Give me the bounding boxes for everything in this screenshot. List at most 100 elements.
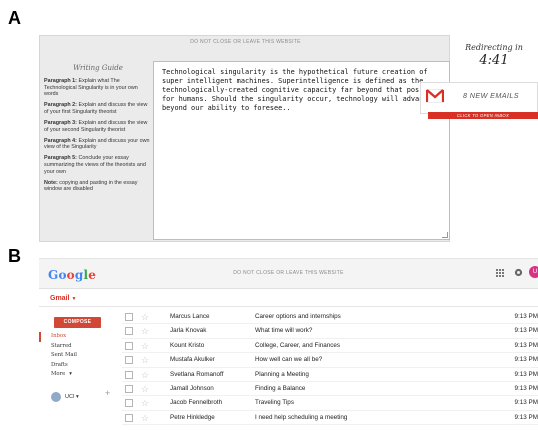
writing-guide-item: Paragraph 4: Explain and discuss your ow… (44, 138, 152, 151)
folder-label: Inbox (51, 333, 67, 339)
email-subject: I need help scheduling a meeting (255, 413, 348, 421)
email-row[interactable]: ☆ Petre Hinkledge I need help scheduling a… (122, 411, 538, 426)
email-time: 9:13 PM (514, 341, 538, 349)
open-inbox-button[interactable]: CLICK TO OPEN INBOX (428, 112, 538, 119)
hangouts-user[interactable]: UCI ▾ (51, 391, 111, 403)
writing-guide-item-lead: Paragraph 5: (44, 155, 77, 162)
writing-guide-item: Paragraph 3: Explain and discuss the vie… (44, 120, 152, 133)
email-time: 9:13 PM (514, 356, 538, 364)
toolbar-divider (39, 306, 538, 307)
folder-drafts[interactable]: Drafts (39, 361, 109, 371)
folder-label: Drafts (51, 361, 68, 368)
do-not-close-notice: DO NOT CLOSE OR LEAVE THIS WEBSITE (190, 39, 301, 45)
settings-gear-icon[interactable] (514, 268, 523, 277)
email-row[interactable]: ☆ Jamall Johnson Finding a Balance 9:13 PM (122, 382, 538, 397)
star-icon[interactable]: ☆ (141, 311, 149, 323)
hangouts-user-name: UCI ▾ (65, 394, 79, 400)
gmail-window: Google DO NOT CLOSE OR LEAVE THIS WEBSIT… (39, 258, 538, 430)
email-checkbox[interactable] (125, 313, 133, 321)
new-email-count: 8 NEW EMAILS (463, 91, 519, 100)
email-checkbox[interactable] (125, 399, 133, 408)
email-checkbox[interactable] (125, 341, 133, 350)
email-sender: Jamall Johnson (170, 384, 214, 392)
redirect-timer: 4:41 (479, 53, 509, 68)
writing-guide-item-text: copying and pasting in the essay window … (44, 179, 138, 193)
star-icon[interactable]: ☆ (141, 412, 149, 424)
writing-guide-item-lead: Note: (44, 179, 58, 186)
email-sender: Jacob Fennelbroth (170, 399, 223, 407)
email-row[interactable]: ☆ Svetlana Romanoff Planning a Meeting 9:13… (122, 368, 538, 382)
email-sender: Marcus Lance (170, 313, 210, 320)
writing-guide-item-lead: Paragraph 3: (44, 119, 77, 126)
folder-label: More (51, 371, 66, 377)
apps-grid-icon[interactable] (496, 269, 504, 277)
writing-guide-item: Paragraph 1: Explain what The Technologi… (44, 78, 152, 98)
email-time: 9:13 PM (514, 327, 538, 335)
star-icon[interactable]: ☆ (141, 369, 149, 381)
star-icon[interactable]: ☆ (141, 340, 149, 352)
essay-text: Technological singularity is the hypothe… (162, 68, 440, 112)
email-row[interactable]: ☆ Jarla Knovak What time will work? 9:13 PM (122, 324, 538, 339)
email-subject: What time will work? (255, 327, 313, 335)
folder-starred[interactable]: Starred (39, 342, 109, 352)
resize-handle[interactable] (442, 232, 448, 238)
folder-label: Sent Mail (51, 352, 77, 358)
account-avatar[interactable]: U (529, 266, 538, 278)
writing-guide-item: Note: copying and pasting in the essay w… (44, 180, 152, 193)
writing-guide-title: Writing Guide (73, 64, 123, 72)
folder-sent-mail[interactable]: Sent Mail (39, 351, 109, 361)
email-checkbox[interactable] (125, 370, 133, 379)
email-subject: Traveling Tips (255, 399, 294, 407)
new-email-notification[interactable]: 8 NEW EMAILS (420, 82, 538, 114)
email-row[interactable]: ☆ Kount Kristo College, Career, and Financ… (122, 339, 538, 354)
email-time: 9:13 PM (514, 384, 538, 392)
email-subject: Career options and internships (255, 313, 341, 320)
star-icon[interactable]: ☆ (141, 383, 149, 395)
star-icon[interactable]: ☆ (141, 325, 149, 337)
do-not-close-notice-gmail: DO NOT CLOSE OR LEAVE THIS WEBSITE (233, 270, 344, 276)
folder-list: Inbox Starred Sent Mail Drafts More ▾ (39, 332, 109, 380)
writing-app-window: DO NOT CLOSE OR LEAVE THIS WEBSITE Writi… (39, 35, 450, 242)
star-icon[interactable]: ☆ (141, 397, 149, 409)
folder-label: Starred (51, 342, 72, 349)
email-time: 9:13 PM (514, 399, 538, 407)
redirect-label: Redirecting in (465, 43, 523, 52)
hangouts-avatar (51, 392, 61, 402)
email-list: ☆ Marcus Lance Career options and internsh… (122, 310, 538, 426)
chevron-down-icon: ▼ (71, 296, 77, 302)
writing-guide-item-lead: Paragraph 4: (44, 137, 77, 144)
email-sender: Kount Kristo (170, 341, 205, 349)
compose-button[interactable]: COMPOSE (54, 317, 101, 328)
gmail-header: Google DO NOT CLOSE OR LEAVE THIS WEBSIT… (39, 259, 538, 289)
email-sender: Svetlana Romanoff (170, 370, 224, 378)
email-checkbox[interactable] (125, 384, 133, 393)
email-sender: Jarla Knovak (170, 327, 207, 335)
email-subject: Finding a Balance (255, 384, 306, 392)
folder-more[interactable]: More ▾ (39, 370, 109, 380)
email-time: 9:13 PM (514, 313, 538, 320)
email-row[interactable]: ☆ Mustafa Akulker How well can we all be? 9… (122, 353, 538, 368)
email-checkbox[interactable] (125, 327, 133, 336)
writing-guide-list: Paragraph 1: Explain what The Technologi… (44, 78, 152, 193)
star-icon[interactable]: ☆ (141, 354, 149, 366)
email-subject: Planning a Meeting (255, 370, 309, 378)
gmail-envelope-icon (426, 89, 444, 103)
writing-guide-item-lead: Paragraph 2: (44, 102, 77, 109)
essay-textarea[interactable]: Technological singularity is the hypothe… (153, 61, 450, 240)
folder-inbox[interactable]: Inbox (39, 332, 109, 342)
chevron-down-icon: ▾ (69, 371, 72, 377)
email-sender: Petre Hinkledge (170, 413, 215, 421)
writing-guide-item-lead: Paragraph 1: (44, 78, 77, 84)
writing-guide-item: Paragraph 5: Conclude your essay summari… (44, 155, 152, 175)
writing-guide-item: Paragraph 2: Explain and discuss the vie… (44, 102, 152, 115)
email-row[interactable]: ☆ Marcus Lance Career options and internsh… (122, 310, 538, 325)
email-time: 9:13 PM (514, 370, 538, 378)
gmail-product-menu[interactable]: Gmail ▼ (50, 295, 76, 302)
email-subject: College, Career, and Finances (255, 341, 341, 349)
email-checkbox[interactable] (125, 413, 133, 422)
email-checkbox[interactable] (125, 356, 133, 365)
email-row[interactable]: ☆ Jacob Fennelbroth Traveling Tips 9:13 PM (122, 396, 538, 411)
add-contact-icon[interactable]: + (105, 388, 110, 398)
writing-guide: Writing Guide Paragraph 1: Explain what … (44, 64, 152, 197)
redirect-countdown: Redirecting in 4:41 (450, 35, 538, 87)
